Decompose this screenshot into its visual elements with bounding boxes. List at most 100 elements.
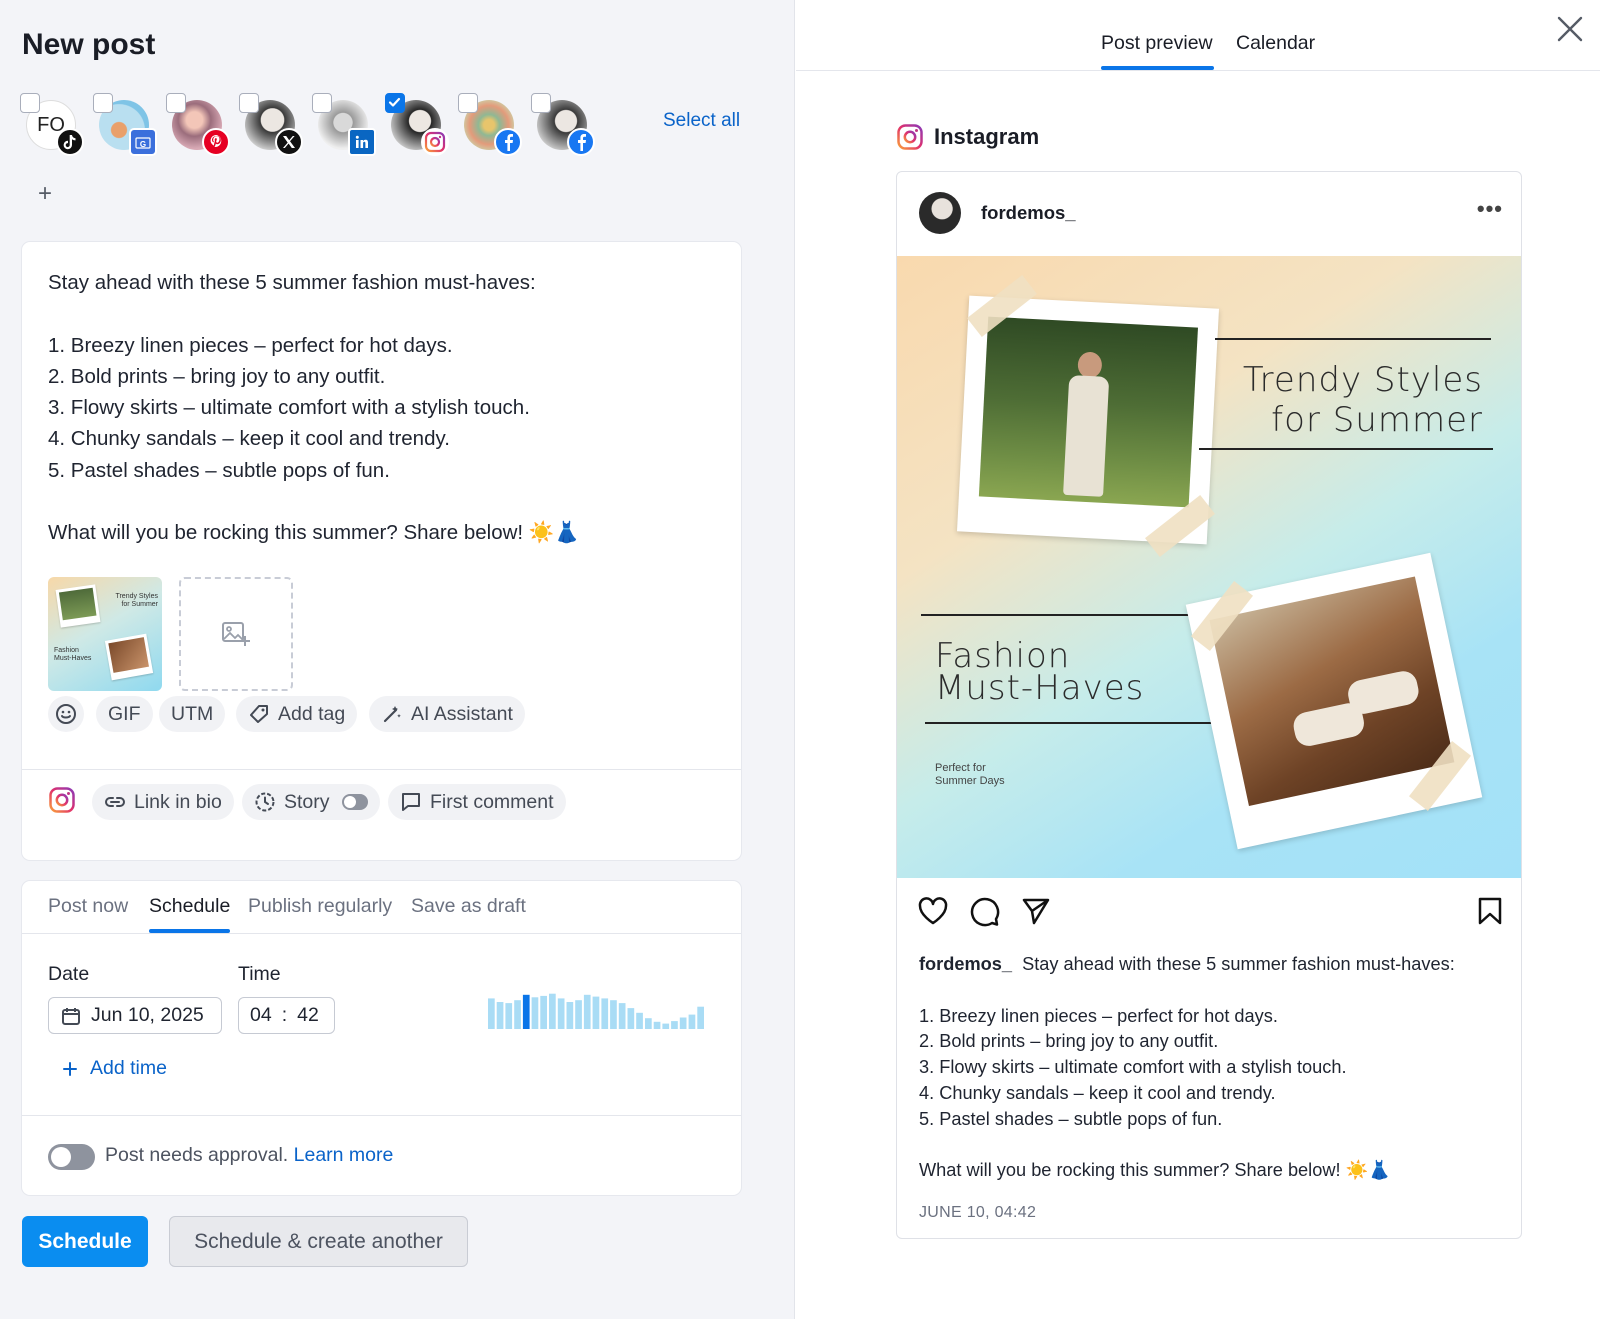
activity-bar [697, 1006, 704, 1029]
link-icon [105, 797, 125, 807]
add-tag-button[interactable]: Add tag [236, 696, 358, 732]
date-label: Date [48, 963, 90, 985]
account-instagram[interactable] [385, 93, 449, 156]
activity-bar [636, 1012, 643, 1029]
tab-save-as-draft[interactable]: Save as draft [411, 895, 526, 918]
time-picker[interactable]: 04 : 42 [238, 997, 335, 1034]
post-text-editor[interactable]: Stay ahead with these 5 summer fashion m… [48, 267, 580, 549]
approval-text: Post needs approval. Learn more [105, 1144, 393, 1167]
time-label: Time [238, 963, 281, 985]
approval-toggle[interactable] [48, 1144, 95, 1170]
add-media-button[interactable] [179, 577, 293, 691]
account-checkbox[interactable] [385, 93, 405, 113]
tab-post-now[interactable]: Post now [48, 895, 128, 918]
composer-card: Stay ahead with these 5 summer fashion m… [22, 242, 741, 860]
account-x[interactable] [239, 93, 303, 156]
preview-username: fordemos_ [981, 202, 1076, 223]
learn-more-link[interactable]: Learn more [294, 1144, 394, 1166]
account-checkbox[interactable] [531, 93, 551, 113]
account-facebook-2[interactable] [531, 93, 595, 156]
ai-assistant-button[interactable]: AI Assistant [369, 696, 525, 732]
utm-button[interactable]: UTM [159, 696, 226, 732]
tab-post-preview[interactable]: Post preview [1101, 32, 1213, 55]
schedule-and-create-another-button[interactable]: Schedule & create another [169, 1216, 468, 1267]
account-linkedin[interactable] [312, 93, 376, 156]
tab-calendar[interactable]: Calendar [1236, 32, 1315, 55]
schedule-button[interactable]: Schedule [22, 1216, 148, 1267]
activity-bar [496, 1002, 504, 1029]
activity-bar [679, 1017, 687, 1029]
share-icon[interactable] [1021, 896, 1051, 926]
thumb-subtitle-2: Must-Haves [54, 655, 92, 662]
time-minute[interactable]: 42 [297, 1004, 319, 1027]
gif-button[interactable]: GIF [96, 696, 153, 732]
activity-bar [688, 1014, 696, 1029]
account-checkbox[interactable] [20, 93, 40, 113]
preview-date: JUNE 10, 04:42 [919, 1204, 1037, 1221]
account-facebook-1[interactable] [458, 93, 522, 156]
activity-bar [618, 1003, 626, 1029]
divider [22, 933, 741, 934]
rule [925, 722, 1217, 724]
add-account-button[interactable]: + [38, 180, 52, 208]
activity-bar [671, 1021, 678, 1029]
photo-woman [978, 316, 1198, 508]
image-small-line-2: Summer Days [935, 775, 1005, 787]
select-all-link[interactable]: Select all [663, 110, 740, 132]
story-toggle[interactable]: Story [242, 784, 380, 820]
divider [22, 769, 741, 770]
thumb-photo-2 [104, 633, 154, 681]
calendar-icon [62, 1007, 80, 1025]
account-checkbox[interactable] [458, 93, 478, 113]
account-pinterest[interactable] [166, 93, 230, 156]
preview-network-header: Instagram [896, 123, 1039, 151]
tab-publish-regularly[interactable]: Publish regularly [248, 895, 392, 918]
ai-assistant-label: AI Assistant [411, 702, 513, 725]
divider [22, 1115, 741, 1116]
time-separator: : [281, 1004, 288, 1026]
caption-first-line: Stay ahead with these 5 summer fashion m… [1022, 954, 1455, 974]
account-checkbox[interactable] [239, 93, 259, 113]
story-switch[interactable] [341, 794, 368, 810]
date-picker[interactable]: Jun 10, 2025 [48, 997, 222, 1034]
add-time-button[interactable]: Add time [62, 1057, 167, 1080]
account-google-business[interactable]: G [93, 93, 157, 156]
comment-icon[interactable] [969, 896, 1001, 928]
account-checkbox[interactable] [93, 93, 113, 113]
image-title-line-2: for Summer [1271, 400, 1483, 440]
avatar [919, 192, 961, 234]
activity-bar [645, 1018, 652, 1029]
time-hour[interactable]: 04 [250, 1004, 272, 1027]
check-icon [388, 97, 401, 107]
image-small-text: Perfect for Summer Days [935, 762, 1005, 788]
activity-bar [601, 998, 609, 1029]
activity-bar [557, 998, 565, 1029]
bookmark-icon[interactable] [1477, 896, 1503, 926]
link-in-bio-button[interactable]: Link in bio [92, 784, 234, 820]
account-checkbox[interactable] [166, 93, 186, 113]
activity-bar [505, 1003, 513, 1029]
account-checkbox[interactable] [312, 93, 332, 113]
activity-bar [583, 994, 591, 1029]
tag-icon [250, 705, 268, 723]
account-tiktok[interactable]: FO [20, 93, 84, 156]
plus-icon [63, 1061, 77, 1076]
heart-icon[interactable] [917, 896, 949, 926]
thumb-photo-1 [55, 584, 101, 628]
activity-bar [514, 1000, 521, 1029]
best-time-chart [488, 993, 704, 1029]
instagram-icon [48, 786, 76, 814]
media-thumbnail[interactable]: Trendy Styles for Summer Fashion Must-Ha… [48, 577, 162, 691]
linkedin-icon [348, 128, 376, 156]
schedule-card: Post now Schedule Publish regularly Save… [22, 881, 741, 1195]
add-time-label: Add time [90, 1057, 167, 1079]
instagram-post-preview: fordemos_ ••• Trendy Styles for Summer F [896, 171, 1522, 1239]
close-button[interactable] [1550, 9, 1590, 49]
more-options-icon[interactable]: ••• [1477, 196, 1503, 222]
tab-schedule[interactable]: Schedule [149, 895, 230, 918]
add-tag-label: Add tag [278, 702, 346, 725]
photo-sandals [1209, 576, 1455, 806]
divider [796, 70, 1600, 71]
emoji-button[interactable] [48, 696, 84, 732]
first-comment-button[interactable]: First comment [388, 784, 566, 820]
